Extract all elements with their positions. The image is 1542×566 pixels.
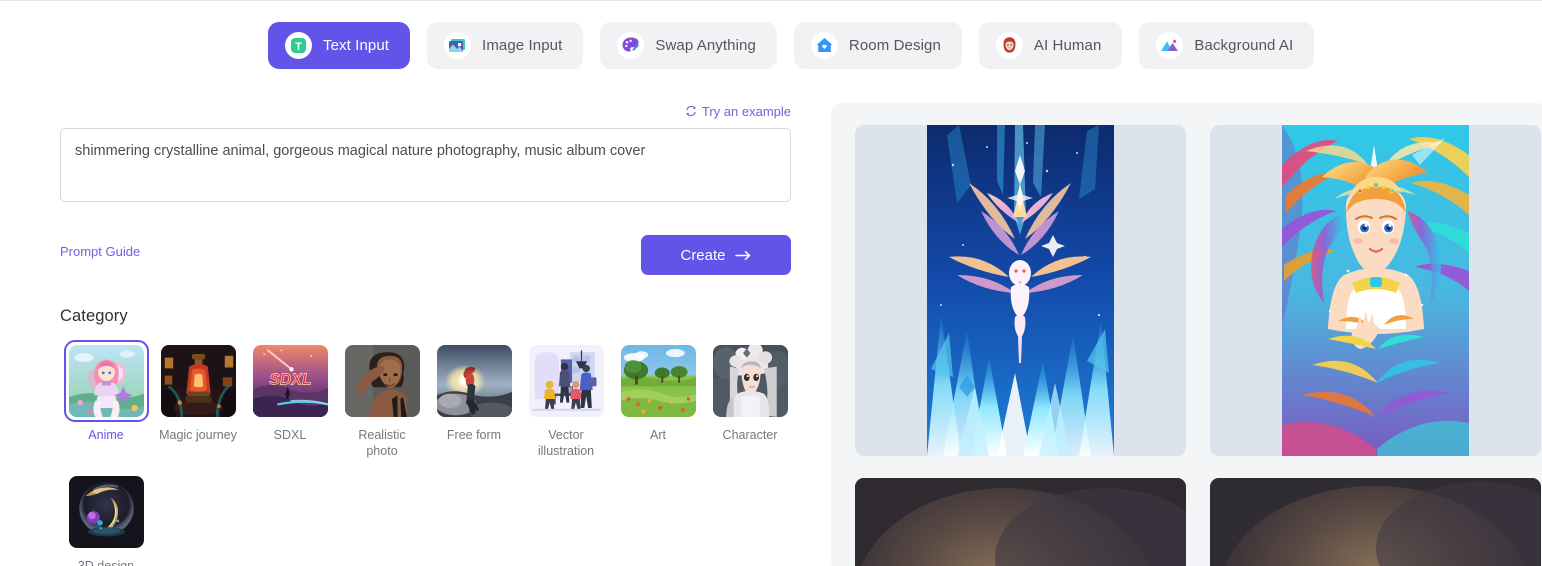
category-label: Art [650, 428, 666, 442]
vector-office-thumb [528, 345, 604, 417]
tab-label: Room Design [848, 37, 941, 54]
woman-face-icon [995, 32, 1023, 59]
3d-glass-sphere-thumb [68, 476, 144, 549]
category-thumb-frame [156, 340, 241, 422]
category-label: Vector illustration [537, 428, 595, 458]
category-label: Character [722, 428, 778, 442]
tab-label: Text Input [323, 37, 390, 54]
category-thumb-frame: SDXL [248, 340, 333, 422]
category-item-free-form[interactable]: Free form [428, 340, 520, 459]
art-meadow-thumb [620, 345, 696, 417]
create-button[interactable]: Create [641, 235, 791, 275]
tab-image-input[interactable]: Image Input [427, 22, 584, 69]
tab-room-design[interactable]: Room Design [793, 22, 962, 69]
prompt-actions-row: Prompt Guide Create [60, 235, 791, 275]
tab-text-input[interactable]: T Text Input [268, 22, 411, 69]
portrait-photo-thumb [344, 345, 420, 417]
tab-swap-anything[interactable]: Swap Anything [600, 22, 777, 69]
tab-label: Image Input [482, 37, 563, 54]
category-item-vector-illustration[interactable]: Vector illustration [520, 340, 612, 459]
results-grid [855, 125, 1541, 566]
category-item-character[interactable]: Character [704, 340, 796, 459]
category-thumb-frame [616, 340, 701, 422]
category-thumb-frame [340, 340, 425, 422]
category-label: Anime [88, 428, 124, 442]
magic-lantern-thumb [160, 345, 236, 417]
mountains-icon [1156, 32, 1184, 59]
tab-ai-human[interactable]: AI Human [978, 22, 1123, 69]
image-input-icon [444, 32, 472, 59]
golden-fairy-result[interactable] [1210, 125, 1541, 456]
category-item-sdxl[interactable]: SDXL SDXL [244, 340, 336, 459]
tab-label: Background AI [1194, 37, 1294, 54]
category-grid: Anime Magic journey SDXL SDXL Realistic … [60, 340, 796, 566]
svg-text:SDXL: SDXL [269, 372, 311, 389]
tab-background-ai[interactable]: Background AI [1139, 22, 1315, 69]
category-thumb-frame [432, 340, 517, 422]
category-label: Free form [446, 428, 502, 442]
prompt-column: Try an example Prompt Guide Create Categ… [60, 101, 791, 566]
ai-image-generator-page: T Text Input Image Input Swap Anything R… [0, 0, 1542, 566]
category-item-art[interactable]: Art [612, 340, 704, 459]
category-label: Magic journey [159, 428, 237, 442]
try-an-example-label: Try an example [701, 103, 791, 119]
category-item-anime[interactable]: Anime [60, 340, 152, 459]
result-image [1282, 125, 1469, 456]
result-image [927, 125, 1114, 456]
category-item-3d-design[interactable]: 3D design [60, 471, 152, 566]
mode-tab-bar: T Text Input Image Input Swap Anything R… [268, 22, 1315, 69]
palette-icon [617, 32, 645, 59]
tab-label: AI Human [1033, 37, 1102, 54]
arrow-right-icon [734, 250, 750, 260]
category-thumb-frame [708, 340, 793, 422]
category-thumb-frame [524, 340, 609, 422]
text-input-icon: T [285, 32, 312, 59]
category-item-magic-journey[interactable]: Magic journey [152, 340, 244, 459]
try-example-row: Try an example [60, 101, 791, 121]
prompt-input[interactable] [60, 128, 791, 202]
anime-fairy-thumb [68, 345, 144, 417]
try-an-example-button[interactable]: Try an example [685, 104, 791, 119]
results-panel [831, 103, 1542, 566]
category-heading: Category [60, 307, 128, 325]
category-thumb-frame [63, 340, 149, 422]
category-item-realistic-photo[interactable]: Realistic photo [336, 340, 428, 459]
refresh-icon [686, 105, 696, 117]
pending-result-3[interactable] [855, 478, 1186, 566]
prompt-guide-link[interactable]: Prompt Guide [60, 244, 140, 259]
category-thumb-frame [64, 471, 149, 553]
category-label: 3D design [66, 559, 146, 566]
free-form-orb-thumb [436, 345, 512, 417]
create-button-label: Create [680, 246, 726, 264]
house-icon [810, 32, 838, 59]
pending-result-4[interactable] [1210, 478, 1541, 566]
category-label: SDXL [273, 428, 307, 442]
tab-label: Swap Anything [655, 37, 756, 54]
sdxl-comet-thumb: SDXL [252, 345, 328, 417]
category-label: Realistic photo [358, 428, 406, 458]
crystal-phoenix-result[interactable] [855, 125, 1186, 456]
character-girl-thumb [712, 345, 788, 417]
svg-text:T: T [295, 41, 302, 53]
